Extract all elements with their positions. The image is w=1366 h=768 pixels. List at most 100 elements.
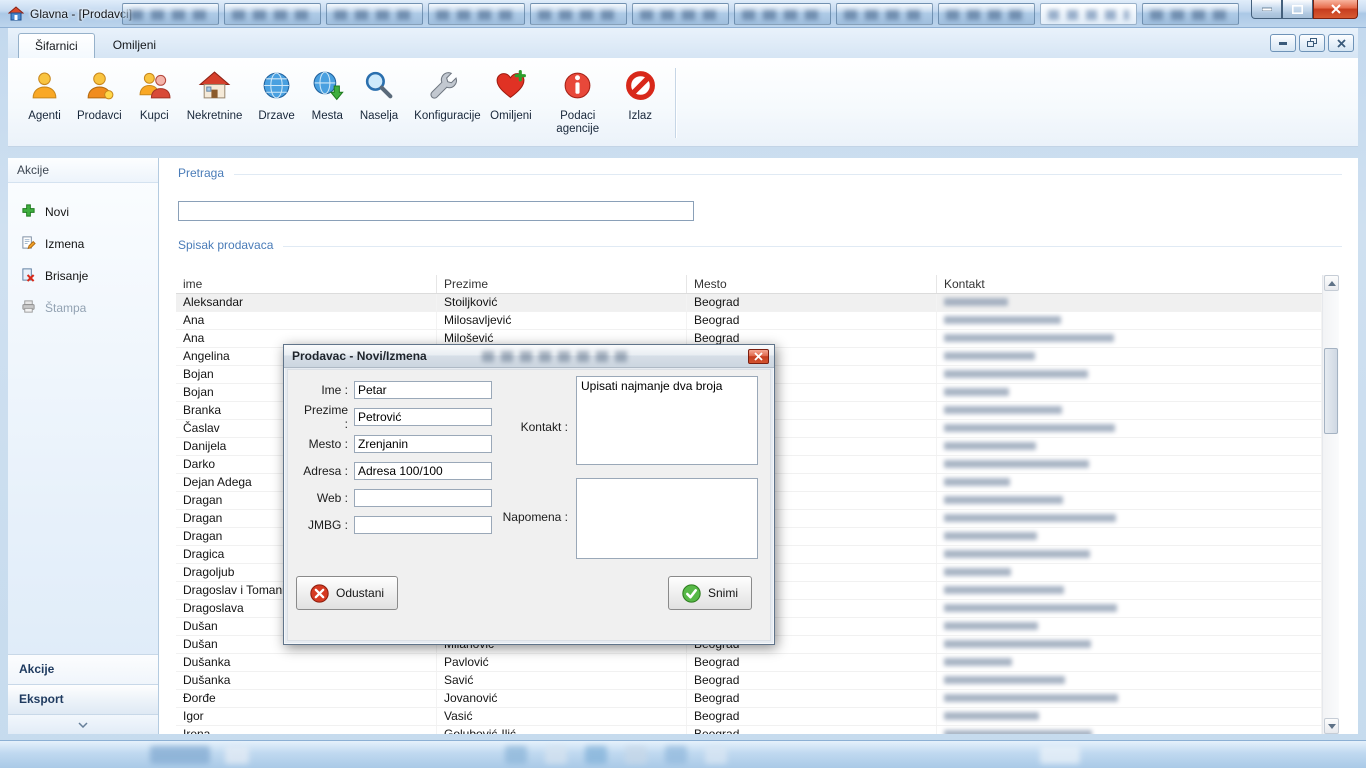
mdi-restore-button[interactable]	[1299, 34, 1325, 52]
table-row[interactable]: Ana Milosavljević Beograd	[176, 312, 1322, 330]
ribbon-item-konfiguracije[interactable]: Konfiguracije	[406, 65, 482, 127]
minimize-button[interactable]	[1251, 0, 1282, 19]
app-window: Glavna - [Prodavci] Šifarnici Omiljeni	[0, 0, 1366, 768]
ribbon-item-drzave[interactable]: Drzave	[250, 65, 302, 127]
cell-ime: Dušanka	[176, 672, 437, 689]
cell-mesto: Beograd	[687, 294, 937, 311]
cell-mesto: Beograd	[687, 708, 937, 725]
adresa-field[interactable]	[354, 462, 492, 480]
table-row[interactable]: Aleksandar Stoiljković Beograd	[176, 294, 1322, 312]
magnifier-icon	[362, 69, 395, 107]
column-header-mesto[interactable]: Mesto	[687, 275, 937, 293]
scroll-up-arrow[interactable]	[1324, 275, 1339, 291]
ime-field[interactable]	[354, 381, 492, 399]
action-stampa[interactable]: Štampa	[21, 299, 158, 317]
cell-kontakt	[937, 672, 1322, 689]
cell-kontakt	[937, 582, 1322, 599]
ribbon-item-omiljeni[interactable]: Omiljeni	[482, 65, 540, 127]
cell-kontakt	[937, 420, 1322, 437]
vertical-scrollbar[interactable]	[1322, 275, 1339, 734]
blurred-tab-text	[130, 10, 211, 20]
titlebar-ghost-tab[interactable]	[530, 3, 627, 25]
titlebar-ghost-tab[interactable]	[428, 3, 525, 25]
cell-kontakt	[937, 618, 1322, 635]
ribbon-item-naselja[interactable]: Naselja	[352, 65, 406, 127]
table-row[interactable]: Dušanka Savić Beograd	[176, 672, 1322, 690]
action-novi[interactable]: Novi	[21, 203, 158, 221]
action-brisanje[interactable]: Brisanje	[21, 267, 158, 285]
mesto-field[interactable]	[354, 435, 492, 453]
printer-icon	[21, 299, 36, 317]
chevron-down-icon[interactable]	[8, 714, 158, 734]
ribbon-item-podaci-agencije[interactable]: Podaci agencije	[540, 65, 616, 140]
titlebar-ghost-tab[interactable]	[734, 3, 831, 25]
cell-kontakt	[937, 366, 1322, 383]
web-field[interactable]	[354, 489, 492, 507]
ribbon-item-agenti[interactable]: Agenti	[20, 65, 69, 127]
ribbon-item-mesta[interactable]: Mesta	[303, 65, 352, 127]
ribbon-item-izlaz[interactable]: Izlaz	[616, 65, 665, 127]
panel-eksport[interactable]: Eksport	[8, 684, 158, 714]
cell-prezime: Savić	[437, 672, 687, 689]
dialog-title-smudge	[482, 351, 632, 362]
action-izmena[interactable]: Izmena	[21, 235, 158, 253]
maximize-button[interactable]	[1282, 0, 1313, 19]
cell-prezime: Milosavljević	[437, 312, 687, 329]
titlebar-ghost-tab[interactable]	[938, 3, 1035, 25]
cell-mesto: Beograd	[687, 672, 937, 689]
prezime-field[interactable]	[354, 408, 492, 426]
search-input[interactable]	[178, 201, 694, 221]
column-header-prezime[interactable]: Prezime	[437, 275, 687, 293]
globe-arrow-icon	[311, 69, 344, 107]
taskbar-blob	[505, 746, 527, 764]
column-header-kontakt[interactable]: Kontakt	[937, 275, 1322, 293]
cell-kontakt	[937, 528, 1322, 545]
table-row[interactable]: Igor Vasić Beograd	[176, 708, 1322, 726]
titlebar-ghost-tab[interactable]	[122, 3, 219, 25]
taskbar-blob	[705, 746, 727, 764]
close-button[interactable]	[1313, 0, 1358, 19]
blurred-tab-text	[946, 10, 1027, 20]
titlebar-ghost-tab[interactable]	[326, 3, 423, 25]
table-row[interactable]: Irena Golubović-Ilić Beograd	[176, 726, 1322, 734]
cancel-icon	[310, 584, 329, 603]
titlebar-ghost-tab[interactable]	[1142, 3, 1239, 25]
field-row-mesto: Mesto :	[298, 434, 492, 453]
cell-prezime: Vasić	[437, 708, 687, 725]
tab-omiljeni[interactable]: Omiljeni	[97, 33, 172, 58]
sidebar: Akcije Novi Izmena Brisanje	[8, 158, 159, 734]
jmbg-field[interactable]	[354, 516, 492, 534]
cell-mesto: Beograd	[687, 726, 937, 734]
titlebar-ghost-tab[interactable]	[224, 3, 321, 25]
column-header-ime[interactable]: ime	[176, 275, 437, 293]
prodavac-dialog: Prodavac - Novi/Izmena Ime : Prezime : M…	[283, 344, 775, 645]
scrollbar-thumb[interactable]	[1324, 348, 1338, 434]
mdi-minimize-button[interactable]	[1270, 34, 1296, 52]
table-row[interactable]: Đorđe Jovanović Beograd	[176, 690, 1322, 708]
dialog-close-button[interactable]	[748, 349, 769, 364]
save-button[interactable]: Snimi	[668, 576, 752, 610]
house-icon	[198, 69, 231, 107]
desktop-taskbar[interactable]	[0, 740, 1366, 768]
titlebar-ghost-tab[interactable]	[632, 3, 729, 25]
cell-ime: Aleksandar	[176, 294, 437, 311]
ribbon-item-prodavci[interactable]: Prodavci	[69, 65, 130, 127]
cell-ime: Dušanka	[176, 654, 437, 671]
tab-sifarnici[interactable]: Šifarnici	[18, 33, 95, 58]
scroll-down-arrow[interactable]	[1324, 718, 1339, 734]
titlebar-ghost-tab[interactable]	[1040, 3, 1137, 25]
mdi-close-button[interactable]	[1328, 34, 1354, 52]
kontakt-textarea[interactable]: Upisati najmanje dva broja	[576, 376, 758, 465]
table-row[interactable]: Dušanka Pavlović Beograd	[176, 654, 1322, 672]
ribbon-item-nekretnine[interactable]: Nekretnine	[179, 65, 251, 127]
field-row-adresa: Adresa :	[298, 461, 492, 480]
panel-akcije[interactable]: Akcije	[8, 654, 158, 684]
blurred-tab-text	[640, 10, 721, 20]
cell-mesto: Beograd	[687, 690, 937, 707]
dialog-titlebar: Prodavac - Novi/Izmena	[284, 345, 774, 368]
titlebar-ghost-tab[interactable]	[836, 3, 933, 25]
napomena-textarea[interactable]	[576, 478, 758, 559]
ribbon-item-kupci[interactable]: Kupci	[130, 65, 179, 127]
info-icon	[561, 69, 594, 107]
cancel-button[interactable]: Odustani	[296, 576, 398, 610]
